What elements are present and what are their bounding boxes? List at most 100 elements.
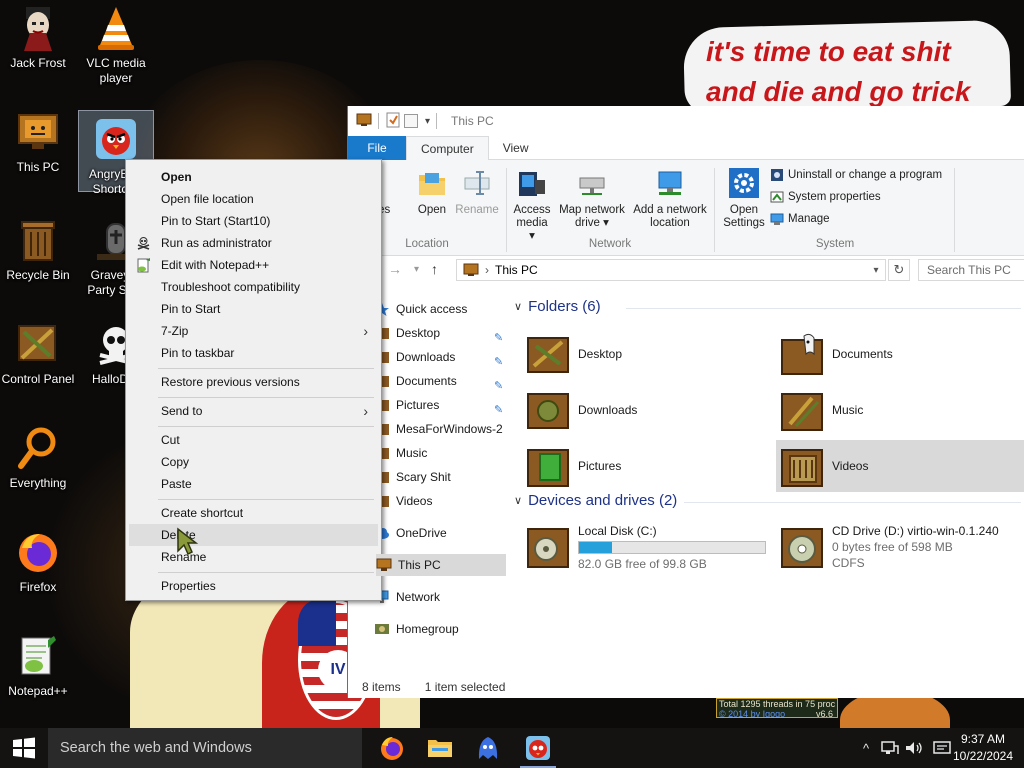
map-network-drive-button[interactable]: Map network drive ▾ (556, 166, 628, 230)
show-hidden-icons-chevron-icon[interactable]: ^ (856, 741, 876, 756)
folder-tile-documents[interactable]: Documents (780, 328, 1020, 380)
nav-pictures[interactable]: Pictures ✎ (374, 394, 508, 416)
manage-button[interactable]: Manage (770, 212, 830, 226)
refresh-icon[interactable]: ↻ (888, 259, 910, 281)
drive-filesystem: CDFS (832, 556, 865, 570)
nav-homegroup[interactable]: Homegroup (374, 618, 508, 640)
menu-item-restore-previous-versions[interactable]: Restore previous versions (129, 371, 378, 393)
menu-item-pin-to-start[interactable]: Pin to Start (129, 298, 378, 320)
network-status-icon[interactable] (880, 740, 900, 756)
folder-label: Downloads (578, 403, 638, 417)
rename-button[interactable]: Rename (454, 166, 500, 217)
menu-item-cut[interactable]: Cut (129, 429, 378, 451)
folder-tile-downloads[interactable]: Downloads (526, 384, 766, 436)
open-settings-button[interactable]: Open Settings (720, 166, 768, 230)
nav-network[interactable]: Network (374, 586, 508, 608)
address-bar[interactable]: › This PC (456, 259, 886, 281)
menu-item-send-to[interactable]: Send to › (129, 400, 378, 422)
taskbar-angry-birds[interactable] (514, 728, 562, 768)
taskbar-file-explorer[interactable] (416, 728, 464, 768)
submenu-arrow-icon: › (363, 323, 368, 339)
nav-quick-access[interactable]: Quick access (374, 298, 508, 320)
menu-item-rename[interactable]: Rename (129, 546, 378, 568)
nav-onedrive[interactable]: OneDrive (374, 522, 508, 544)
qat-dropdown-icon[interactable]: ▾ (425, 116, 430, 127)
menu-item-copy[interactable]: Copy (129, 451, 378, 473)
taskbar-ghost-app[interactable] (464, 728, 512, 768)
new-folder-qat-icon[interactable] (404, 114, 418, 128)
collapse-chevron-icon[interactable]: ∨ (514, 300, 522, 313)
menu-separator (158, 499, 374, 500)
menu-item-paste[interactable]: Paste (129, 473, 378, 495)
desktop-icon-firefox[interactable]: Firefox (0, 524, 76, 600)
menu-item-run-as-administrator[interactable]: Run as administrator (129, 232, 378, 254)
open-settings-label: Open Settings (723, 204, 765, 229)
address-dropdown-icon[interactable]: ▾ (866, 259, 886, 281)
drive-tile-cd[interactable]: CD Drive (D:) virtio-win-0.1.240 0 bytes… (780, 516, 1024, 578)
thread-monitor-widget: Total 1295 threads in 75 proc © 2014 by … (716, 698, 838, 718)
nav-documents[interactable]: Documents ✎ (374, 370, 508, 392)
desktop-icon-control-panel[interactable]: Control Panel (0, 316, 76, 392)
nav-videos[interactable]: Videos (374, 490, 508, 512)
nav-desktop[interactable]: Desktop ✎ (374, 322, 508, 344)
desktop-icon-this-pc[interactable]: This PC (0, 104, 76, 180)
nav-this-pc[interactable]: This PC (376, 554, 506, 576)
folder-tile-desktop[interactable]: Desktop (526, 328, 766, 380)
menu-item-open-file-location[interactable]: Open file location (129, 188, 378, 210)
network-drive-icon (575, 166, 609, 200)
nav-scary-shit[interactable]: Scary Shit (374, 466, 508, 488)
tab-computer[interactable]: Computer (406, 136, 489, 160)
folders-group-header[interactable]: ∨ Folders (6) (514, 298, 601, 315)
collapse-chevron-icon[interactable]: ∨ (514, 494, 522, 507)
pin-icon: ✎ (494, 332, 504, 344)
taskbar-search-box[interactable]: Search the web and Windows (48, 728, 362, 768)
menu-item-properties[interactable]: Properties (129, 575, 378, 597)
nav-music[interactable]: Music (374, 442, 508, 464)
menu-item-troubleshoot-compatibility[interactable]: Troubleshoot compatibility (129, 276, 378, 298)
desktop-icon-vlc[interactable]: VLC media player (78, 0, 154, 92)
drive-tile-local-disk[interactable]: Local Disk (C:) 82.0 GB free of 99.8 GB (526, 516, 776, 578)
group-divider (626, 308, 1021, 309)
folder-tile-pictures[interactable]: Pictures (526, 440, 766, 492)
folder-tile-videos[interactable]: Videos (776, 440, 1024, 492)
menu-item-pin-to-start-start10[interactable]: Pin to Start (Start10) (129, 210, 378, 232)
nav-downloads[interactable]: Downloads ✎ (374, 346, 508, 368)
add-network-location-button[interactable]: Add a network location (630, 166, 710, 230)
recent-locations-icon[interactable]: ▾ (414, 264, 419, 277)
action-center-icon[interactable] (932, 740, 952, 756)
taskbar-clock[interactable]: 9:37 AM 10/22/2024 (950, 731, 1016, 765)
breadcrumb-this-pc[interactable]: This PC (495, 263, 538, 277)
desktop-icon-notepadpp[interactable]: Notepad++ (0, 628, 76, 704)
menu-item-edit-with-notepadpp[interactable]: Edit with Notepad++ (129, 254, 378, 276)
menu-item-create-shortcut[interactable]: Create shortcut (129, 502, 378, 524)
uninstall-program-button[interactable]: Uninstall or change a program (770, 168, 942, 182)
search-input[interactable]: Search This PC (918, 259, 1024, 281)
nav-mesaforwindows[interactable]: MesaForWindows-2 (374, 418, 508, 440)
menu-item-label: Open (161, 170, 192, 184)
folder-tile-music[interactable]: Music (780, 384, 1020, 436)
menu-item-delete[interactable]: Delete (129, 524, 378, 546)
access-media-button[interactable]: Access media ▾ (512, 166, 552, 243)
file-explorer-icon (428, 740, 452, 757)
start-button[interactable] (0, 728, 48, 768)
tab-view[interactable]: View (489, 136, 543, 160)
menu-item-pin-to-taskbar[interactable]: Pin to taskbar (129, 342, 378, 364)
mouse-cursor-icon (177, 527, 199, 556)
open-button[interactable]: Open (414, 166, 450, 217)
widget-copyright-link[interactable]: © 2014 by Igoqo (719, 709, 785, 717)
volume-icon[interactable] (904, 740, 924, 756)
desktop-icon-jack-frost[interactable]: Jack Frost (0, 0, 76, 82)
desktop-icon-recycle-bin[interactable]: Recycle Bin (0, 212, 76, 288)
menu-item-7zip[interactable]: 7-Zip › (129, 320, 378, 342)
up-arrow-icon[interactable]: ↑ (431, 261, 438, 277)
properties-qat-icon[interactable] (385, 112, 401, 131)
menu-item-open[interactable]: Open (129, 166, 378, 188)
desktop-icon-everything[interactable]: Everything (0, 420, 76, 496)
system-properties-button[interactable]: System properties (770, 190, 881, 204)
jack-frost-icon (14, 4, 62, 52)
wallpaper-flag-stars (298, 600, 336, 646)
forward-arrow-icon[interactable]: → (388, 261, 402, 277)
tab-file[interactable]: File (348, 136, 406, 160)
drives-group-header[interactable]: ∨ Devices and drives (2) (514, 492, 677, 509)
taskbar-firefox[interactable] (368, 728, 416, 768)
